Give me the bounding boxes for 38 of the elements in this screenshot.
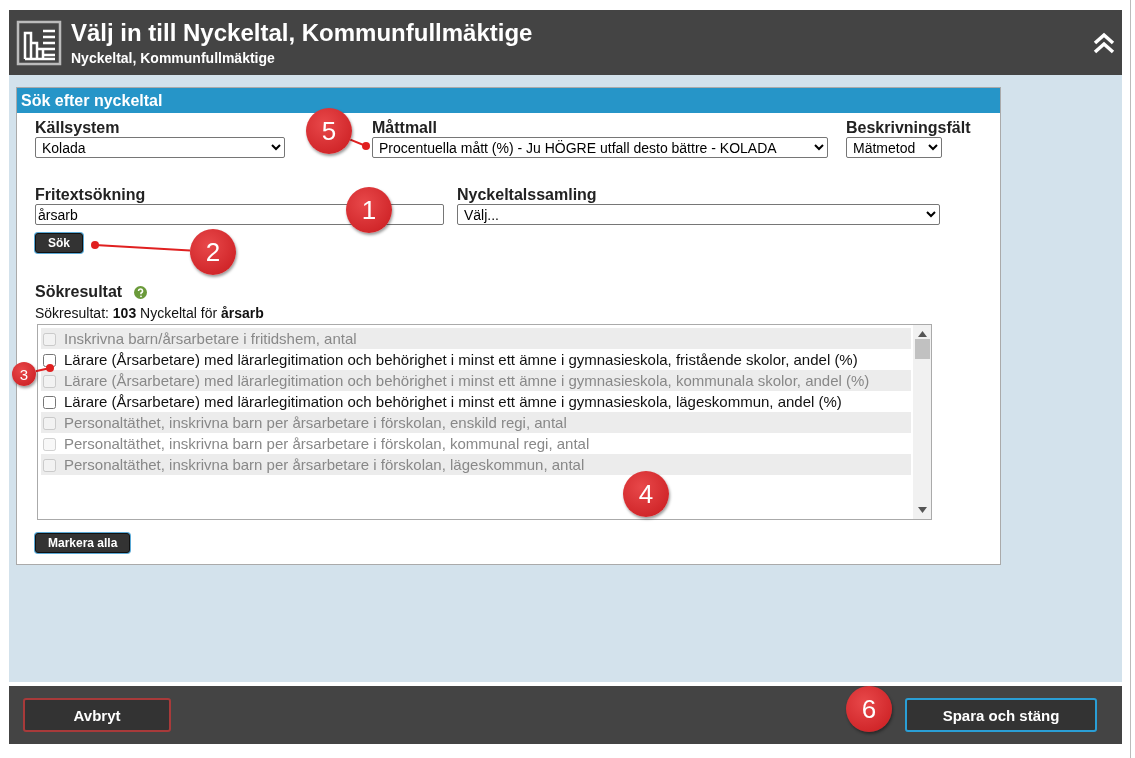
scroll-down-icon[interactable] (917, 507, 927, 513)
results-heading: Sökresultat (35, 283, 123, 301)
leader-line (34, 364, 54, 373)
collapse-icon[interactable] (1092, 31, 1116, 54)
source-system-select[interactable]: Kolada (35, 137, 285, 158)
select-all-button[interactable]: Markera alla (35, 533, 131, 553)
result-label: Lärare (Årsarbetare) med lärarlegitimation och behörighet i minst ett ämne i gymnasieskola, kommunala skolor, andel (%) (64, 372, 870, 389)
result-row[interactable]: Lärare (Årsarbetare) med lärarlegitimation och behörighet i minst ett ämne i gymnasieskola, lägeskommun, andel (%) (41, 391, 911, 412)
result-label: Personaltäthet, inskrivna barn per årsarbetare i förskolan, enskild regi, antal (64, 414, 567, 431)
scrollbar[interactable] (913, 325, 931, 519)
field-label: Måttmall (372, 119, 437, 137)
result-label: Lärare (Årsarbetare) med lärarlegitimation och behörighet i minst ett ämne i gymnasieskola, lägeskommun, andel (%) (64, 393, 842, 410)
checkbox[interactable] (43, 354, 56, 367)
description-select[interactable]: Mätmetod (846, 137, 942, 158)
leader-line (349, 138, 370, 150)
result-label: Inskrivna barn/årsarbetare i fritidshem, antal (64, 330, 357, 347)
field-label: Källsystem (35, 119, 120, 137)
result-label: Personaltäthet, inskrivna barn per årsarbetare i förskolan, kommunal regi, antal (64, 435, 590, 452)
dialog-subtitle: Nyckeltal, Kommunfullmäktige (71, 49, 276, 66)
field-label: Beskrivningsfält (846, 119, 971, 137)
report-icon (15, 18, 63, 67)
results-summary: Sökresultat: 103 Nyckeltal för årsarb (35, 305, 265, 321)
search-button[interactable]: Sök (35, 233, 83, 253)
scrollbar-thumb[interactable] (914, 339, 930, 359)
field-label: Fritextsökning (35, 186, 146, 204)
cancel-button[interactable]: Avbryt (23, 698, 171, 732)
template-select[interactable]: Procentuella mått (%) - Ju HÖGRE utfall desto bättre - KOLADA (372, 137, 828, 158)
result-label: Lärare (Årsarbetare) med lärarlegitimation och behörighet i minst ett ämne i gymnasieskola, fristående skolor, andel (%) (64, 351, 858, 368)
scroll-up-icon[interactable] (917, 331, 927, 337)
result-label: Personaltäthet, inskrivna barn per årsarbetare i förskolan, lägeskommun, antal (64, 456, 585, 473)
field-label: Nyckeltalssamling (457, 186, 597, 204)
checkbox[interactable] (43, 396, 56, 409)
dialog-title: Välj in till Nyckeltal, Kommunfullmäktige (71, 19, 534, 46)
save-button[interactable]: Spara och stäng (905, 698, 1097, 732)
help-icon[interactable] (134, 285, 148, 299)
collection-select[interactable]: Välj... (457, 204, 940, 225)
panel-title: Sök efter nyckeltal (17, 88, 1000, 113)
result-row[interactable]: Lärare (Årsarbetare) med lärarlegitimation och behörighet i minst ett ämne i gymnasieskola, fristående skolor, andel (%) (41, 349, 911, 370)
